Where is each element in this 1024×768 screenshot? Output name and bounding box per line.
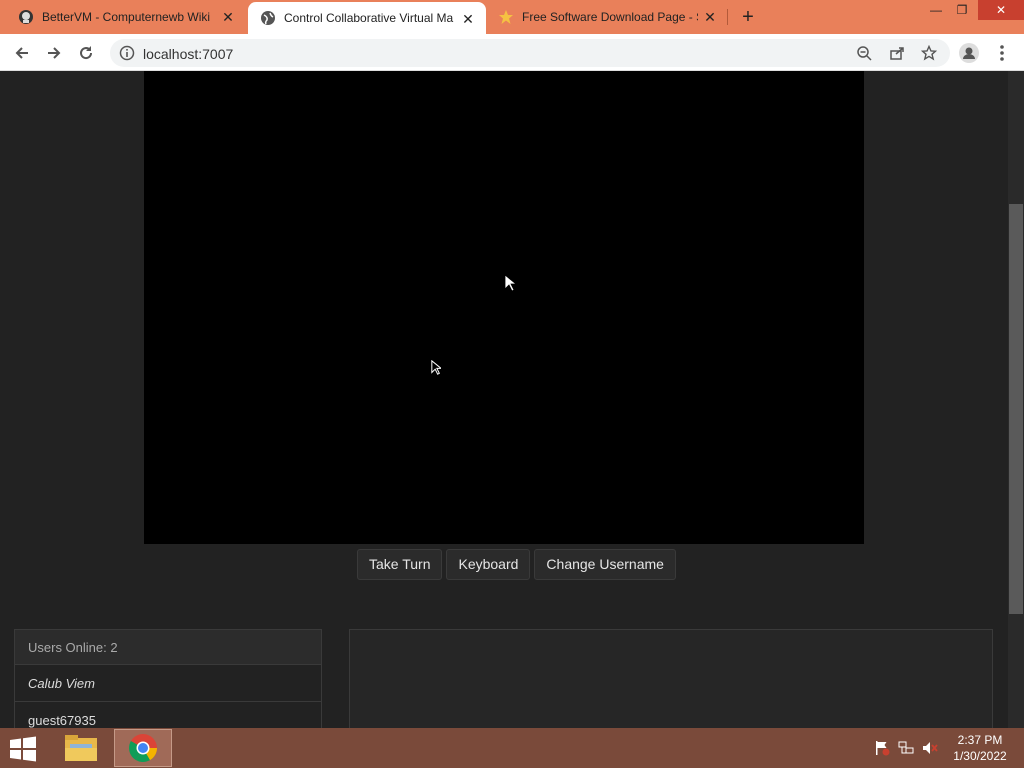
avatar-icon [959,43,979,63]
zoom-out-icon[interactable] [856,45,872,61]
more-vert-icon [1000,45,1004,61]
browser-toolbar: localhost:7007 [0,34,1024,71]
reload-icon [80,46,93,60]
action-center-flag-icon[interactable] [874,740,890,756]
volume-muted-icon[interactable] [922,740,938,756]
tab-title: Free Software Download Page - S [522,10,698,24]
profile-button[interactable] [958,42,980,64]
url-text: localhost:7007 [143,46,234,62]
star-icon [498,9,514,25]
cursor-icon [504,274,516,292]
clock-date: 1/30/2022 [953,749,1007,763]
tab-separator [727,9,728,25]
close-icon[interactable]: ✕ [460,11,476,27]
vm-button-row: Take Turn Keyboard Change Username [357,549,676,581]
arrow-left-icon [15,47,28,59]
arrow-right-icon [48,47,61,59]
chrome-icon [129,734,157,762]
wiki-icon [18,9,34,25]
windows-taskbar: 2:37 PM 1/30/2022 [0,728,1024,768]
page-content: Take Turn Keyboard Change Username Users… [0,71,1008,728]
close-window-button[interactable]: ✕ [978,0,1024,20]
forward-button[interactable] [43,42,65,64]
change-username-button[interactable]: Change Username [534,549,676,580]
tab-strip: BetterVM - Computernewb Wiki ✕ Control C… [0,0,1024,34]
restore-button[interactable]: ❐ [947,0,977,20]
chat-panel [349,629,993,728]
back-button[interactable] [11,42,33,64]
tab-title: BetterVM - Computernewb Wiki [42,10,211,24]
users-online-header: Users Online: 2 [15,630,321,665]
take-turn-button[interactable]: Take Turn [357,549,443,580]
file-explorer-button[interactable] [52,729,110,767]
tab-collabvm[interactable]: Control Collaborative Virtual Ma ✕ [248,2,486,34]
bookmark-star-icon[interactable] [921,45,937,61]
clock-time: 2:37 PM [957,733,1003,747]
new-tab-button[interactable]: + [737,6,759,28]
globe-icon [260,10,276,26]
tab-free-software[interactable]: Free Software Download Page - S ✕ [488,0,728,34]
user-list-item[interactable]: Calub Viem [15,665,321,702]
tab-bettervm-wiki[interactable]: BetterVM - Computernewb Wiki ✕ [0,0,246,34]
cursor-icon [431,360,441,375]
reload-button[interactable] [75,42,97,64]
keyboard-button[interactable]: Keyboard [446,549,531,580]
user-list-item[interactable]: guest67935 [15,702,321,728]
close-icon[interactable]: ✕ [702,9,718,25]
close-icon[interactable]: ✕ [220,9,236,25]
tab-title: Control Collaborative Virtual Ma [284,11,454,25]
users-online-panel: Users Online: 2 Calub Viem guest67935 [14,629,322,728]
info-icon [119,45,135,61]
chrome-taskbar-button[interactable] [114,729,172,767]
vm-display[interactable] [144,71,864,544]
folder-icon [65,735,97,761]
network-icon[interactable] [898,740,914,756]
share-icon[interactable] [889,45,905,61]
scrollbar-thumb[interactable] [1009,204,1023,614]
windows-start-icon[interactable] [8,736,38,762]
address-bar[interactable]: localhost:7007 [110,39,950,67]
system-clock[interactable]: 2:37 PM 1/30/2022 [948,732,1012,764]
menu-button[interactable] [991,42,1013,64]
